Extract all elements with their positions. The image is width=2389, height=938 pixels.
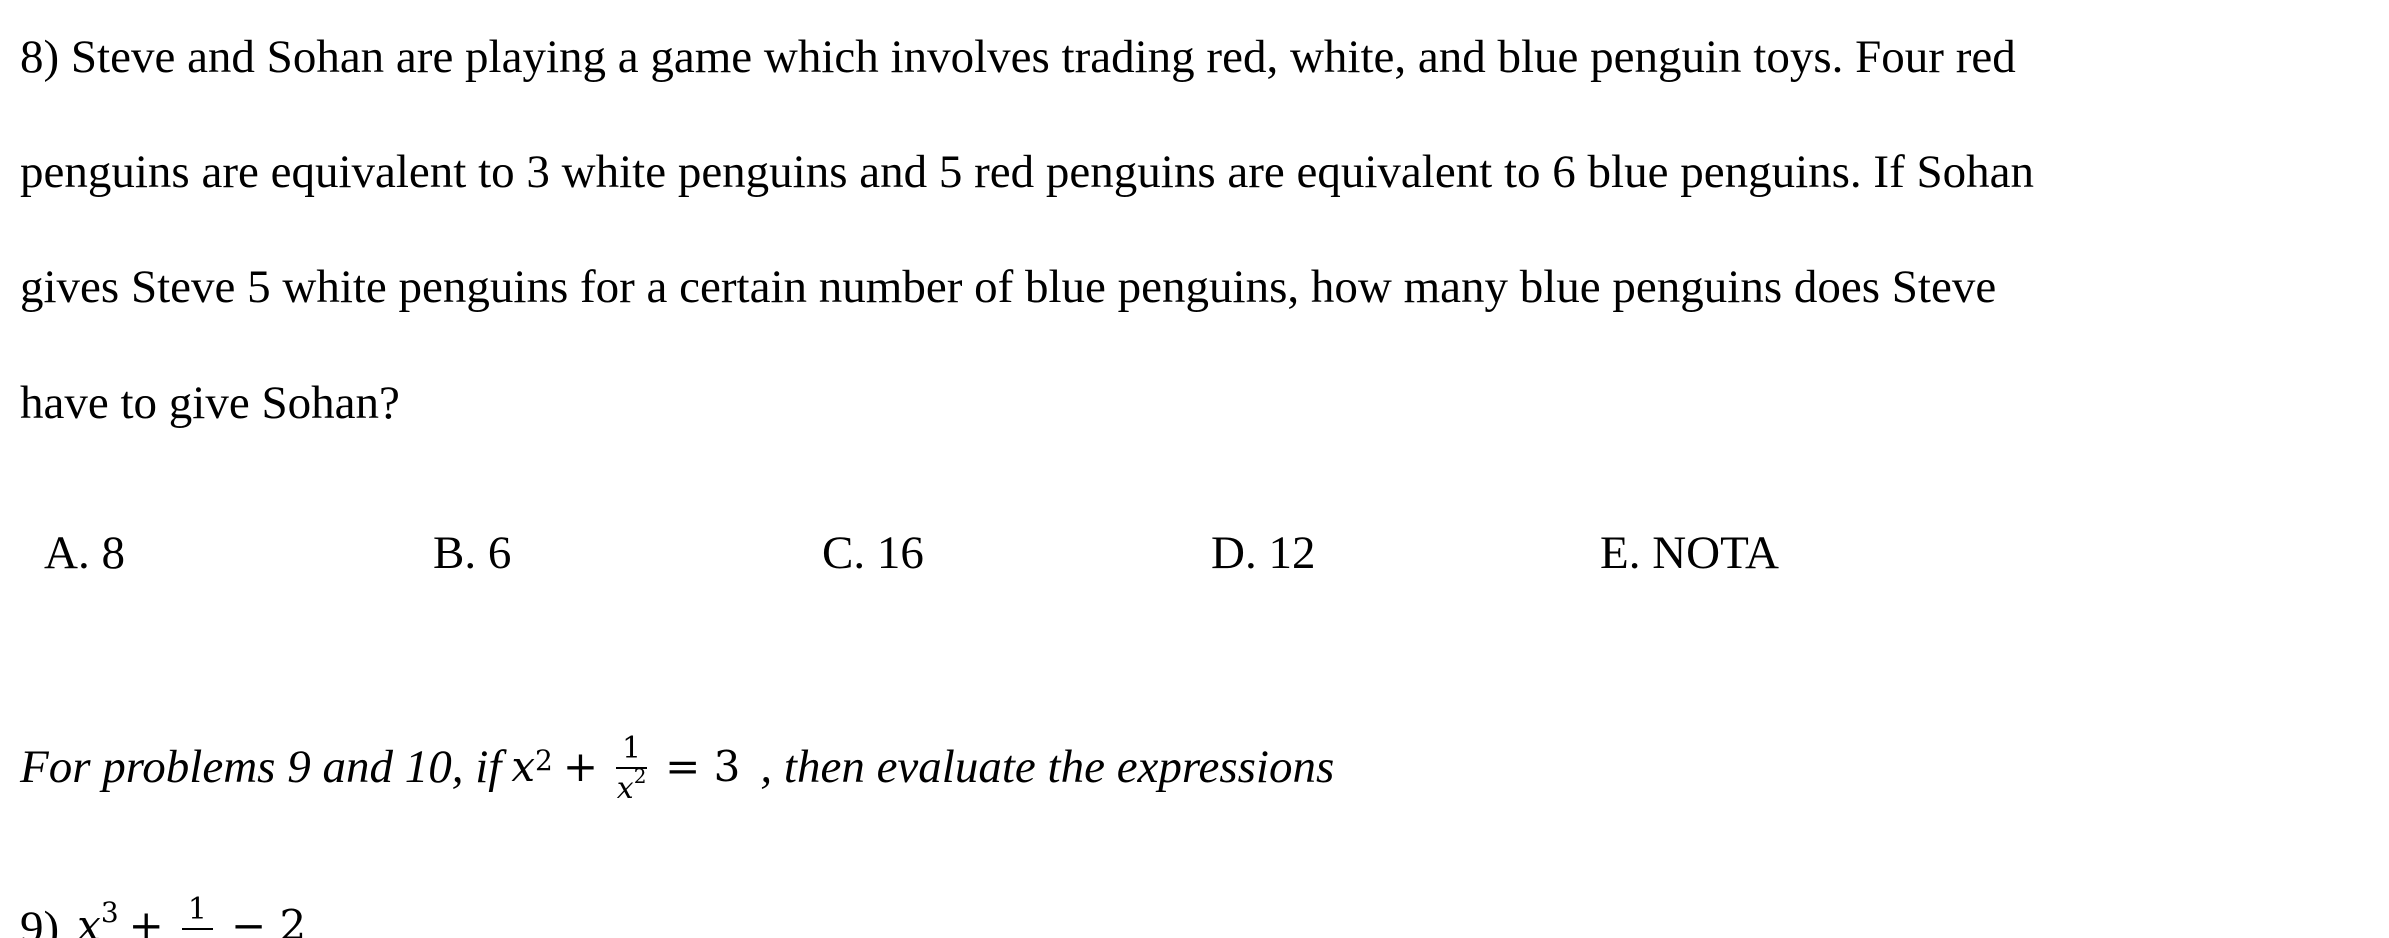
question-9-number: 9) xyxy=(20,902,60,938)
question-9: 9) x3 + 1 x − 2 xyxy=(20,892,326,938)
instruction-suffix: , then evaluate the expressions xyxy=(760,740,1335,793)
question-8-line-4: have to give Sohan? xyxy=(20,377,400,429)
equation-equals: = 3 xyxy=(665,742,741,791)
question-9-expression: x3 + 1 x − 2 xyxy=(77,892,316,938)
answer-choice-a: A. 8 xyxy=(44,527,125,579)
problems-9-10-instruction: For problems 9 and 10, if x2 + 1 x2 = 3 … xyxy=(20,730,1335,806)
instruction-prefix: For problems 9 and 10, if xyxy=(20,740,502,793)
question-9-fraction: 1 x xyxy=(181,892,213,938)
fraction-denominator: x2 xyxy=(616,763,647,806)
equation-fraction: 1 x2 xyxy=(616,731,648,806)
equation-exponent: 2 xyxy=(535,744,553,777)
question-8-line-3: gives Steve 5 white penguins for a certa… xyxy=(20,261,1997,313)
question-8-line-2: penguins are equivalent to 3 white pengu… xyxy=(20,146,2034,198)
answer-choice-e: E. NOTA xyxy=(1600,527,1779,579)
answer-choice-d: D. 12 xyxy=(1211,527,1316,579)
equation-variable: x xyxy=(511,742,536,791)
answer-choice-c: C. 16 xyxy=(822,527,924,579)
question-8-line-1: 8) Steve and Sohan are playing a game wh… xyxy=(20,31,2016,83)
answer-choice-b: B. 6 xyxy=(433,527,512,579)
equation-plus: + xyxy=(562,742,599,791)
condition-equation: x2 + 1 x2 = 3 xyxy=(511,730,750,806)
